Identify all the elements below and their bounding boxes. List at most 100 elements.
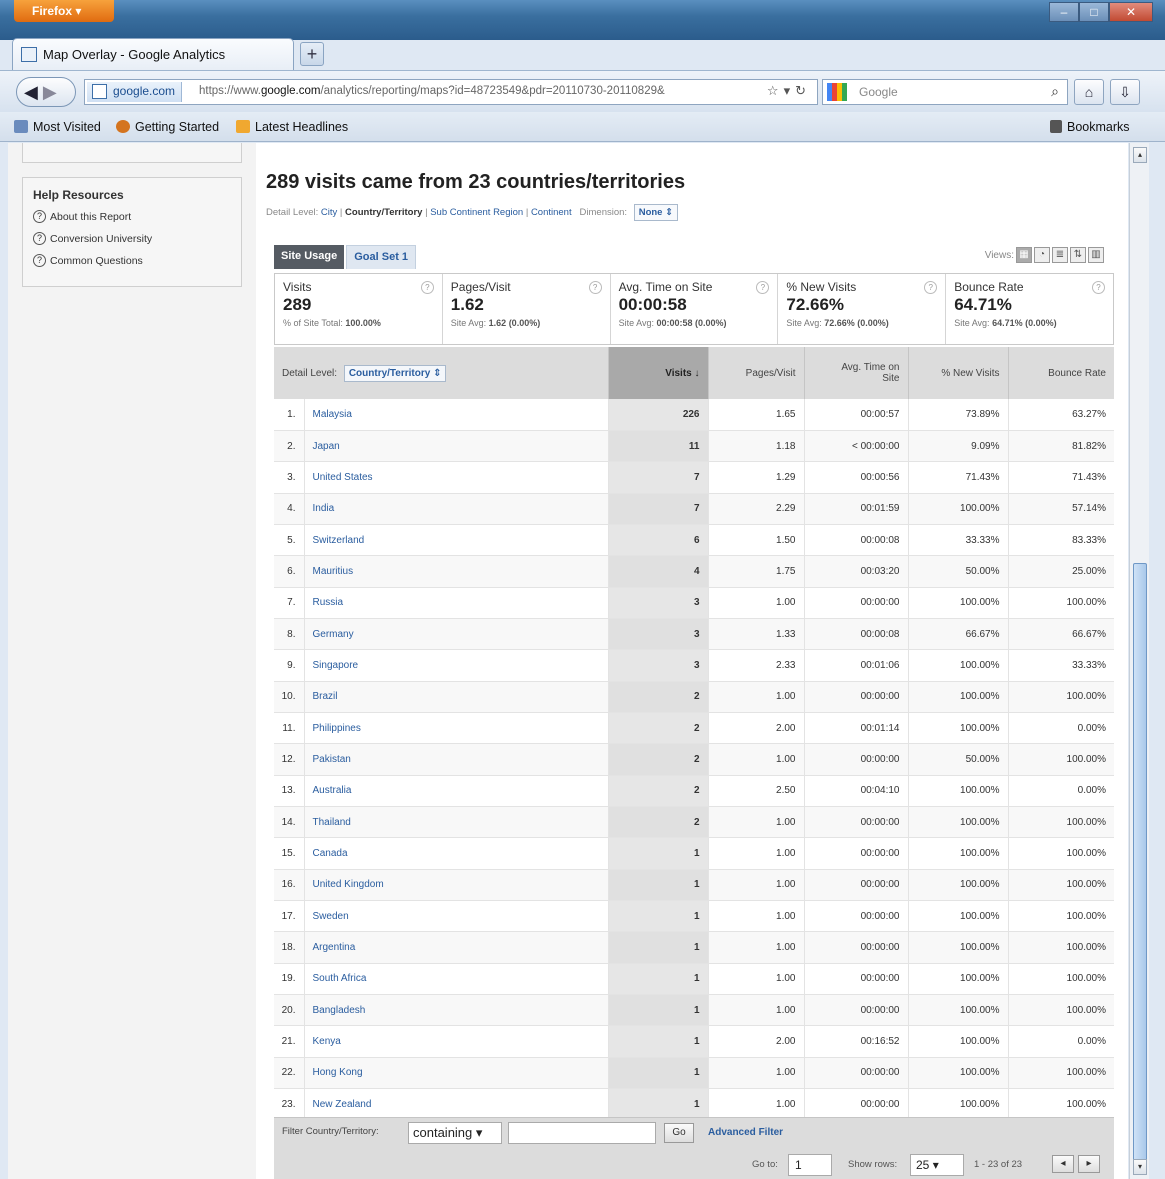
country-link[interactable]: Brazil <box>304 681 609 713</box>
country-link[interactable]: Bangladesh <box>304 994 609 1027</box>
help-link-about[interactable]: ? About this Report <box>33 210 231 223</box>
back-forward-buttons[interactable]: ◀ ▶ <box>16 77 76 107</box>
visits-column-header[interactable]: Visits ↓ <box>608 347 709 399</box>
help-icon[interactable]: ? <box>1091 281 1105 294</box>
country-link[interactable]: United States <box>304 461 609 494</box>
back-arrow-icon[interactable]: ◀ <box>24 82 38 102</box>
bookmark-getting-started[interactable]: Getting Started <box>116 120 219 134</box>
sidebar-box <box>22 143 242 163</box>
bounce-rate-cell: 71.43% <box>1008 461 1114 494</box>
browser-tab[interactable]: Map Overlay - Google Analytics <box>12 38 294 70</box>
filter-mode-select[interactable]: containing ▾ <box>408 1122 502 1144</box>
detail-subcontinent-link[interactable]: Sub Continent Region <box>430 207 523 218</box>
help-icon[interactable]: ? <box>420 281 434 294</box>
country-link[interactable]: Thailand <box>304 806 609 839</box>
pie-view-icon[interactable]: ◔ <box>1034 247 1050 263</box>
country-link[interactable]: New Zealand <box>304 1088 609 1121</box>
page-scrollbar[interactable]: ▴ ▾ <box>1129 143 1149 1179</box>
window-controls: – □ ✕ <box>1049 2 1153 22</box>
site-identity-button[interactable]: google.com <box>87 82 183 102</box>
forward-arrow-icon[interactable]: ▶ <box>43 82 57 102</box>
country-link[interactable]: Hong Kong <box>304 1057 609 1090</box>
country-link[interactable]: Philippines <box>304 712 609 745</box>
detail-continent-link[interactable]: Continent <box>531 207 572 218</box>
reload-icon[interactable]: ↻ <box>795 83 811 98</box>
scrollbar-thumb[interactable] <box>1133 563 1147 1171</box>
prev-page-button[interactable]: ◂ <box>1052 1155 1074 1173</box>
close-button[interactable]: ✕ <box>1109 2 1153 22</box>
firefox-menu-button[interactable]: Firefox ▾ <box>14 0 114 22</box>
bookmark-most-visited[interactable]: Most Visited <box>14 120 101 134</box>
advanced-filter-link[interactable]: Advanced Filter <box>708 1127 783 1138</box>
country-link[interactable]: Kenya <box>304 1025 609 1058</box>
new-visits-cell: 100.00% <box>908 869 1009 902</box>
new-visits-cell: 50.00% <box>908 743 1009 776</box>
tab-site-usage[interactable]: Site Usage <box>274 245 345 269</box>
country-link[interactable]: Canada <box>304 837 609 870</box>
avg-time-column-header[interactable]: Avg. Time on Site <box>804 347 909 399</box>
country-link[interactable]: South Africa <box>304 963 609 996</box>
download-icon[interactable]: ⇩ <box>1110 79 1140 105</box>
bounce-rate-cell: 100.00% <box>1008 900 1114 933</box>
table-view-icon[interactable]: ▦ <box>1016 247 1032 263</box>
filter-input[interactable] <box>508 1122 656 1144</box>
bookmark-star-icon[interactable]: ☆ <box>767 83 784 98</box>
maximize-button[interactable]: □ <box>1079 2 1109 22</box>
show-rows-label: Show rows: <box>848 1159 898 1170</box>
avg-time-cell: < 00:00:00 <box>804 430 909 463</box>
new-tab-button[interactable]: + <box>300 42 324 66</box>
visits-cell: 3 <box>608 587 709 619</box>
show-rows-select[interactable]: 25 ▾ <box>910 1154 964 1176</box>
bookmarks-toolbar: Most Visited Getting Started Latest Head… <box>0 112 1165 142</box>
avg-time-cell: 00:00:08 <box>804 524 909 557</box>
tab-goal-set-1[interactable]: Goal Set 1 <box>346 245 417 269</box>
country-link[interactable]: Singapore <box>304 649 609 682</box>
search-icon[interactable]: ⌕ <box>1051 83 1059 100</box>
help-link-conversion-university[interactable]: ? Conversion University <box>33 232 231 245</box>
country-link[interactable]: Argentina <box>304 931 609 964</box>
pages-visit-column-header[interactable]: Pages/Visit <box>708 347 805 399</box>
country-link[interactable]: Mauritius <box>304 555 609 588</box>
home-icon[interactable]: ⌂ <box>1074 79 1104 105</box>
country-link[interactable]: Switzerland <box>304 524 609 557</box>
country-link[interactable]: Malaysia <box>304 399 609 431</box>
avg-time-cell: 00:00:00 <box>804 994 909 1027</box>
pivot-view-icon[interactable]: ▥ <box>1088 247 1104 263</box>
scroll-down-icon[interactable]: ▾ <box>1133 1159 1147 1175</box>
url-bar[interactable]: google.com https://www.google.com/analyt… <box>84 79 818 105</box>
detail-country-link[interactable]: Country/Territory <box>345 207 422 218</box>
bounce-rate-cell: 100.00% <box>1008 837 1114 870</box>
help-link-common-questions[interactable]: ? Common Questions <box>33 254 231 267</box>
country-link[interactable]: Sweden <box>304 900 609 933</box>
new-visits-column-header[interactable]: % New Visits <box>908 347 1009 399</box>
minimize-button[interactable]: – <box>1049 2 1079 22</box>
country-link[interactable]: Australia <box>304 775 609 807</box>
url-text[interactable]: https://www.google.com/analytics/reporti… <box>199 85 751 97</box>
window-frame <box>1149 143 1165 1179</box>
bookmarks-menu-button[interactable]: Bookmarks <box>1050 120 1130 134</box>
row-index: 15. <box>274 837 305 870</box>
dropdown-icon[interactable]: ▾ <box>784 83 796 98</box>
next-page-button[interactable]: ▸ <box>1078 1155 1100 1173</box>
table-row: 12. Pakistan 2 1.00 00:00:00 50.00% 100.00% <box>274 743 1114 776</box>
avg-time-cell: 00:01:06 <box>804 649 909 682</box>
filter-go-button[interactable]: Go <box>664 1123 694 1143</box>
google-engine-icon[interactable] <box>827 83 847 101</box>
search-bar[interactable]: Google ⌕ <box>822 79 1068 105</box>
help-icon[interactable]: ? <box>588 281 602 294</box>
country-link[interactable]: United Kingdom <box>304 869 609 902</box>
country-link[interactable]: Japan <box>304 430 609 463</box>
compare-view-icon[interactable]: ⇅ <box>1070 247 1086 263</box>
scroll-up-icon[interactable]: ▴ <box>1133 147 1147 163</box>
country-link[interactable]: Pakistan <box>304 743 609 776</box>
bookmark-latest-headlines[interactable]: Latest Headlines <box>236 120 348 134</box>
detail-city-link[interactable]: City <box>321 207 337 218</box>
bounce-rate-column-header[interactable]: Bounce Rate <box>1008 347 1114 399</box>
dimension-select[interactable]: None ⇕ <box>633 204 679 221</box>
goto-page-input[interactable]: 1 <box>788 1154 832 1176</box>
country-link[interactable]: Germany <box>304 618 609 651</box>
bar-view-icon[interactable]: ≣ <box>1052 247 1068 263</box>
detail-level-select[interactable]: Country/Territory ⇕ <box>343 364 447 382</box>
country-link[interactable]: Russia <box>304 587 609 619</box>
country-link[interactable]: India <box>304 493 609 525</box>
